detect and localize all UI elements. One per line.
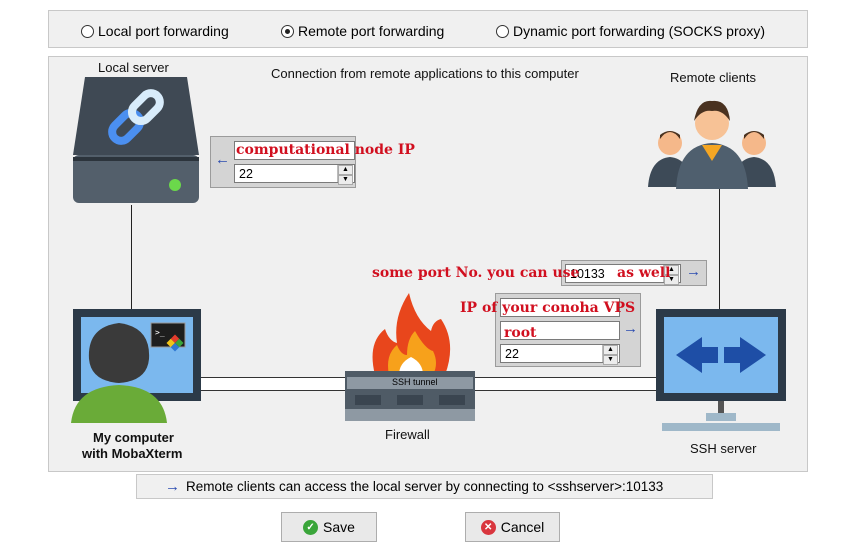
user-monitor-icon: >_ — [71, 309, 203, 426]
annotation-computational-node-ip: computational node IP — [236, 142, 415, 158]
forwarding-diagram: Connection from remote applications to t… — [48, 56, 808, 472]
arrow-right-icon: → — [686, 263, 701, 280]
radio-circle-remote[interactable] — [281, 24, 294, 38]
cancel-button[interactable]: ✕ Cancel — [465, 512, 560, 542]
diagram-caption: Connection from remote applications to t… — [271, 66, 579, 81]
line-clients-to-sshserver — [719, 185, 720, 309]
server-chain-icon — [71, 77, 201, 208]
people-group-icon — [646, 95, 778, 192]
save-button-label: Save — [323, 519, 355, 535]
local-server-port-spinner[interactable]: ▲ ▼ — [337, 165, 353, 185]
ssh-server-port-value: 22 — [505, 347, 519, 361]
forwarding-mode-bar: Local port forwarding Remote port forwar… — [48, 10, 808, 48]
firewall-label: Firewall — [385, 427, 430, 442]
annotation-some-port-suffix: as well — [617, 265, 671, 281]
annotation-some-port-prefix: some port No. you can use — [372, 265, 580, 281]
radio-label-local: Local port forwarding — [98, 23, 229, 39]
arrow-right-icon: → — [623, 320, 638, 337]
ssh-server-port-spinner[interactable]: ▲ ▼ — [602, 345, 618, 365]
spinner-down-icon[interactable]: ▼ — [338, 175, 353, 185]
arrow-left-icon: ← — [215, 151, 230, 168]
ssh-tunnel-label: SSH tunnel — [392, 377, 438, 387]
close-icon: ✕ — [480, 519, 496, 535]
ssh-server-port-input[interactable]: 22 ▲ ▼ — [500, 344, 620, 365]
radio-circle-dynamic[interactable] — [496, 24, 509, 38]
local-server-port-input[interactable]: 22 ▲ ▼ — [234, 164, 355, 185]
ssh-server-icon — [656, 309, 786, 436]
info-text: Remote clients can access the local serv… — [186, 479, 664, 494]
remote-clients-label: Remote clients — [670, 70, 756, 85]
save-button[interactable]: ✓ Save — [281, 512, 377, 542]
annotation-root: root — [504, 325, 537, 341]
check-icon: ✓ — [303, 519, 319, 535]
radio-dynamic-port-forwarding[interactable]: Dynamic port forwarding (SOCKS proxy) — [496, 22, 765, 40]
annotation-vps-ip: IP of your conoha VPS — [460, 300, 636, 316]
radio-circle-local[interactable] — [81, 24, 94, 38]
spinner-up-icon[interactable]: ▲ — [603, 345, 618, 355]
radio-label-remote: Remote port forwarding — [298, 23, 445, 39]
my-computer-label-line1: My computer — [93, 430, 174, 445]
svg-text:>_: >_ — [155, 328, 165, 337]
info-bar: → Remote clients can access the local se… — [136, 474, 713, 499]
firewall-icon — [345, 293, 475, 426]
radio-label-dynamic: Dynamic port forwarding (SOCKS proxy) — [513, 23, 766, 39]
ssh-server-label: SSH server — [690, 441, 757, 456]
spinner-up-icon[interactable]: ▲ — [338, 165, 353, 175]
arrow-right-icon: → — [165, 478, 180, 495]
radio-local-port-forwarding[interactable]: Local port forwarding — [81, 22, 229, 40]
radio-remote-port-forwarding[interactable]: Remote port forwarding — [281, 22, 444, 40]
my-computer-label-line2: with MobaXterm — [82, 446, 183, 461]
local-server-port-value: 22 — [239, 167, 253, 181]
cancel-button-label: Cancel — [500, 519, 545, 535]
local-server-label: Local server — [98, 60, 169, 75]
line-server-to-computer — [131, 205, 132, 309]
spinner-down-icon[interactable]: ▼ — [603, 355, 618, 365]
